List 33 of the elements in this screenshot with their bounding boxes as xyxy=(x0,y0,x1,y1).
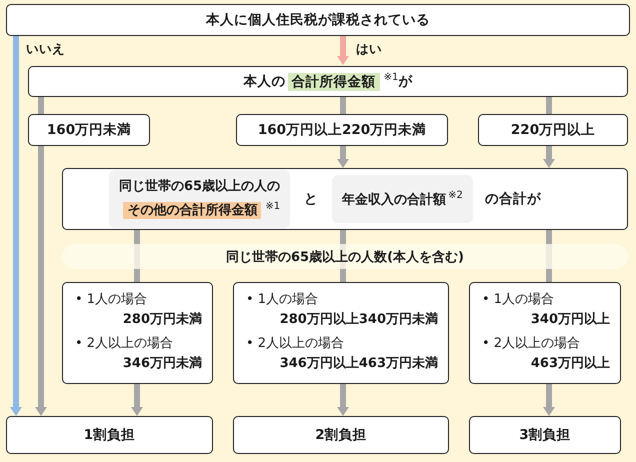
case-amount: 346万円以上463万円未満 xyxy=(280,355,438,372)
other-income-text: 同じ世帯の65歳以上の人の その他の合計所得金額 $^{※1}$ xyxy=(119,178,280,222)
down-arrow xyxy=(543,146,555,168)
no-label: いいえ xyxy=(26,41,65,58)
case-label: • 1人の場合 xyxy=(482,291,554,308)
yes-arrow xyxy=(337,36,349,65)
result-box: 3割負担 xyxy=(469,416,621,454)
case-label: • 2人以上の場合 xyxy=(482,335,580,352)
case-label: • 1人の場合 xyxy=(75,291,148,308)
down-arrow xyxy=(543,384,555,416)
case-amount: 280万円未満 xyxy=(122,311,202,328)
yes-label: はい xyxy=(356,41,382,58)
case-amount: 340万円以上 xyxy=(530,311,610,328)
income-range-box: 160万円以上220万円未満 xyxy=(236,114,448,146)
and-text: と xyxy=(304,190,318,208)
case-label: • 1人の場合 xyxy=(246,291,318,308)
pension-text: 年金収入の合計額$^{※2}$ xyxy=(342,190,463,208)
income-range-box: 220万円以上 xyxy=(478,114,628,146)
income-range-box: 160万円未満 xyxy=(28,114,150,146)
case-label: • 2人以上の場合 xyxy=(75,335,174,352)
result-box: 2割負担 xyxy=(233,416,449,454)
case-label: • 2人以上の場合 xyxy=(246,335,344,352)
total-text: の合計が xyxy=(484,190,541,208)
case-amount: 280万円以上340万円未満 xyxy=(280,311,438,328)
income-question-text: 本人の 合計所得金額 $^{※1}$が xyxy=(244,72,412,91)
down-arrow xyxy=(131,384,143,416)
down-arrow xyxy=(337,384,349,416)
case-amount: 463万円以上 xyxy=(530,355,610,372)
result-box: 1割負担 xyxy=(6,416,213,454)
down-arrow xyxy=(337,146,349,168)
question-box: 本人に個人住民税が課税されている xyxy=(6,4,630,36)
case-amount: 346万円未満 xyxy=(122,355,202,372)
household-count-band: 同じ世帯の65歳以上の人数(本人を含む) xyxy=(62,244,628,269)
